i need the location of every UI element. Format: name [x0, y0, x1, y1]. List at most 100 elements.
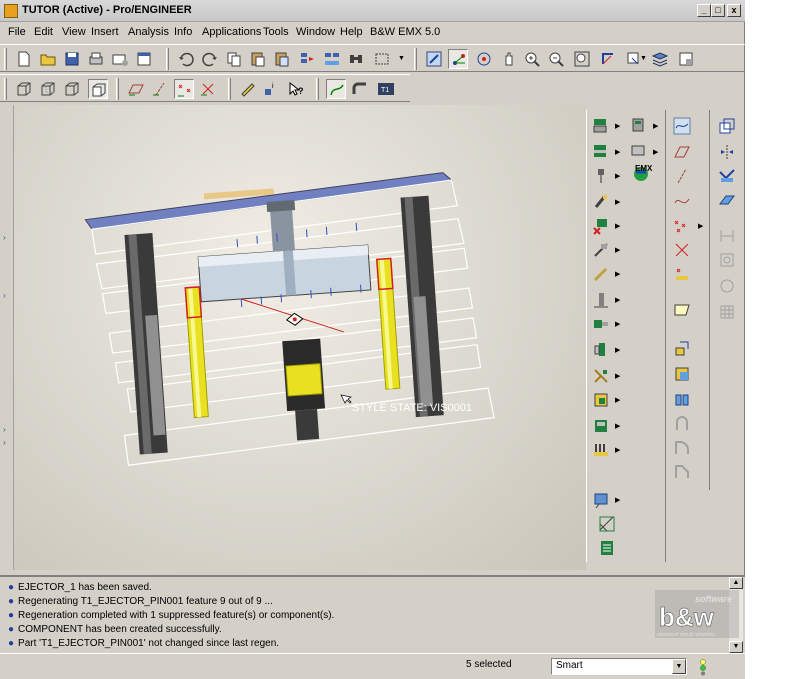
datum-analysis-icon[interactable] — [672, 264, 692, 284]
sweep-icon[interactable] — [672, 390, 692, 410]
submenu-arrow-icon[interactable]: ▶ — [615, 496, 620, 504]
maximize-button[interactable]: □ — [711, 4, 725, 17]
merge-icon[interactable] — [717, 166, 737, 186]
zoom-out-icon[interactable] — [546, 49, 566, 69]
chevron-down-icon[interactable]: ▼ — [672, 659, 686, 674]
open-icon[interactable] — [38, 49, 58, 69]
expand-arrow-icon[interactable]: › — [3, 291, 11, 300]
submenu-arrow-icon[interactable]: ▶ — [653, 148, 658, 156]
print-icon[interactable] — [86, 49, 106, 69]
regenerate-icon[interactable] — [298, 49, 318, 69]
datum-points-icon[interactable] — [174, 79, 194, 99]
emx-screw-icon[interactable] — [591, 166, 611, 186]
menu-help[interactable]: Help — [340, 26, 363, 38]
toolbar-grip[interactable] — [116, 78, 119, 100]
revolve-icon[interactable] — [672, 364, 692, 384]
save-icon[interactable] — [62, 49, 82, 69]
sketch-tool-icon[interactable] — [238, 79, 258, 99]
find-icon[interactable] — [346, 49, 366, 69]
redo-icon[interactable] — [200, 49, 220, 69]
menu-edit[interactable]: Edit — [34, 26, 53, 38]
hole-icon[interactable] — [672, 414, 692, 434]
emx-cavity-icon[interactable] — [591, 490, 611, 510]
pan-icon[interactable] — [498, 49, 518, 69]
selection-filter-select[interactable]: Smart ▼ — [551, 658, 687, 675]
datum-axes-icon[interactable] — [150, 79, 170, 99]
submenu-arrow-icon[interactable]: ▶ — [615, 446, 620, 454]
zoom-in-icon[interactable] — [522, 49, 542, 69]
paste-icon[interactable] — [248, 49, 268, 69]
submenu-arrow-icon[interactable]: ▶ — [615, 148, 620, 156]
datum-plane-tool-icon[interactable] — [672, 142, 692, 162]
regen-manager-icon[interactable] — [322, 49, 342, 69]
menu-applications[interactable]: Applications — [202, 26, 261, 38]
refit-icon[interactable] — [572, 49, 592, 69]
chamfer-icon[interactable] — [672, 462, 692, 482]
submenu-arrow-icon[interactable]: ▶ — [653, 122, 658, 130]
shading-icon[interactable] — [88, 79, 108, 99]
mold-model-3d[interactable]: STYLE STATE: VIS0001 — [14, 105, 586, 570]
hidden-line-icon[interactable] — [38, 79, 58, 99]
emx-sprue-icon[interactable] — [591, 264, 611, 284]
submenu-arrow-icon[interactable]: ▶ — [615, 246, 620, 254]
select-box-icon[interactable] — [372, 49, 392, 69]
menu-insert[interactable]: Insert — [91, 26, 119, 38]
view-manager-icon[interactable] — [676, 49, 696, 69]
scroll-down-icon[interactable]: ▼ — [729, 641, 743, 653]
t1-icon[interactable]: T1 — [376, 79, 396, 99]
reorient-icon[interactable] — [598, 49, 618, 69]
scroll-up-icon[interactable]: ▲ — [729, 577, 743, 589]
copy-icon[interactable] — [224, 49, 244, 69]
undo-icon[interactable] — [176, 49, 196, 69]
submenu-arrow-icon[interactable]: ▶ — [615, 396, 620, 404]
pipe-icon[interactable] — [350, 79, 370, 99]
close-window-icon[interactable] — [134, 49, 154, 69]
menu-view[interactable]: View — [62, 26, 86, 38]
coordinate-systems-icon[interactable] — [198, 79, 218, 99]
spin-center-icon[interactable] — [448, 49, 468, 69]
datum-csys-tool-icon[interactable] — [672, 240, 692, 260]
title-bar[interactable]: TUTOR (Active) - Pro/ENGINEER _ □ x — [0, 0, 745, 22]
submenu-arrow-icon[interactable]: ▶ — [615, 270, 620, 278]
regeneration-status-icon[interactable] — [696, 658, 710, 676]
datum-planes-icon[interactable] — [126, 79, 146, 99]
no-hidden-icon[interactable] — [62, 79, 82, 99]
submenu-arrow-icon[interactable]: ▶ — [615, 346, 620, 354]
menu-file[interactable]: File — [8, 26, 26, 38]
emx-plate-icon[interactable] — [591, 116, 611, 136]
datum-point-tool-icon[interactable] — [672, 216, 692, 236]
wireframe-icon[interactable] — [14, 79, 34, 99]
emx-lifter-icon[interactable] — [591, 366, 611, 386]
toolbar-grip[interactable] — [4, 48, 7, 70]
toolbar-grip[interactable] — [316, 78, 319, 100]
layers-icon[interactable] — [650, 49, 670, 69]
emx-locating-ring-icon[interactable] — [591, 314, 611, 334]
orient-mode-icon[interactable] — [474, 49, 494, 69]
submenu-arrow-icon[interactable]: ▶ — [615, 122, 620, 130]
submenu-arrow-icon[interactable]: ▶ — [615, 296, 620, 304]
emx-bom-icon[interactable] — [597, 538, 617, 558]
toolbar-grip[interactable] — [228, 78, 231, 100]
datum-axis-tool-icon[interactable] — [672, 166, 692, 186]
menu-tools[interactable]: Tools — [263, 26, 289, 38]
graphics-viewport[interactable]: STYLE STATE: VIS0001 — [14, 105, 586, 570]
emx-cooling-icon[interactable] — [591, 240, 611, 260]
emx-limit-switch-icon[interactable] — [591, 416, 611, 436]
round-icon[interactable] — [672, 438, 692, 458]
select-dropdown-icon[interactable]: ▼ — [398, 55, 405, 62]
saved-views-dropdown-icon[interactable]: ▼ — [640, 55, 647, 62]
mirror-icon[interactable] — [717, 142, 737, 162]
submenu-arrow-icon[interactable]: ▶ — [615, 172, 620, 180]
emx-insert-icon[interactable] — [591, 390, 611, 410]
emx-ejector-pin-icon[interactable] — [591, 192, 611, 212]
note-icon[interactable] — [672, 300, 692, 320]
submenu-arrow-icon[interactable]: ▶ — [615, 320, 620, 328]
emx-spring-icon[interactable] — [591, 440, 611, 460]
toolbar-grip[interactable] — [414, 48, 417, 70]
copy-feature-icon[interactable] — [717, 116, 737, 136]
emx-slider-icon[interactable] — [591, 340, 611, 360]
curve-icon[interactable] — [326, 79, 346, 99]
sketched-datum-curve-icon[interactable] — [672, 116, 692, 136]
emx-screen-icon[interactable] — [629, 142, 649, 162]
paste-special-icon[interactable] — [272, 49, 292, 69]
